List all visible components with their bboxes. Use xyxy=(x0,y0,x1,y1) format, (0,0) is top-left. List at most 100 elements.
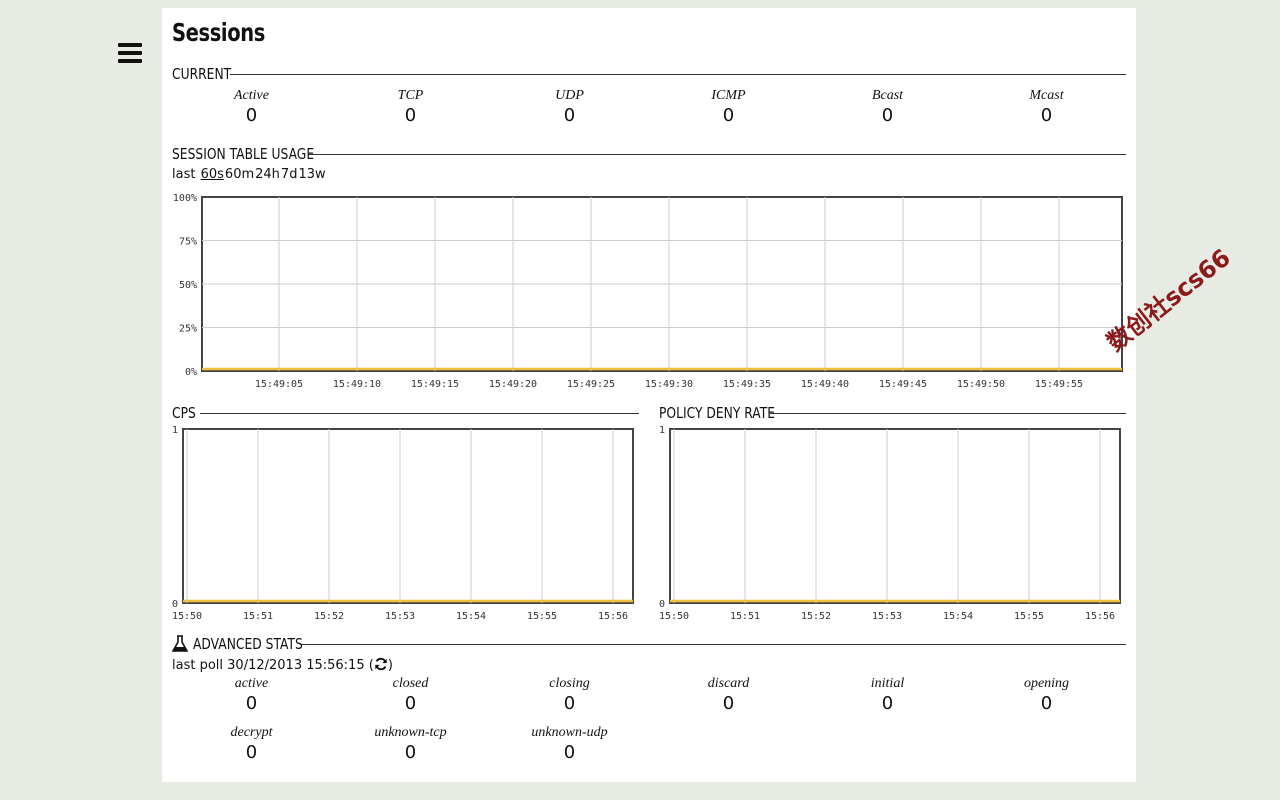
stat-active: active 0 xyxy=(172,675,331,715)
y-tick-label: 1 xyxy=(659,425,665,436)
range-option-24h[interactable]: 24h xyxy=(255,167,280,182)
stat-initial: initial 0 xyxy=(808,675,967,715)
x-tick-label: 15:49:50 xyxy=(957,379,1005,390)
x-tick-label: 15:52 xyxy=(314,611,344,622)
section-current: CURRENT xyxy=(172,64,1126,84)
stat-opening: opening 0 xyxy=(967,675,1126,715)
x-tick-label: 15:50 xyxy=(659,611,689,622)
section-advanced: ADVANCED STATS xyxy=(172,634,1126,654)
x-tick-label: 15:53 xyxy=(385,611,415,622)
session-table-chart: 0% 25% 50% 75% 100% 15:49:05 15:49:10 15:49:15 1… xyxy=(162,188,1136,403)
poll-prefix: last poll xyxy=(172,658,224,673)
plot-area xyxy=(182,428,634,604)
range-option-60s[interactable]: 60s xyxy=(201,167,224,182)
y-tick-label: 0 xyxy=(172,599,178,610)
divider xyxy=(308,153,1126,155)
stat-discard: discard 0 xyxy=(649,675,808,715)
x-tick-label: 15:49:35 xyxy=(723,379,771,390)
stat-value: 0 xyxy=(722,693,735,714)
stat-label: TCP xyxy=(397,88,424,103)
x-tick-label: 15:50 xyxy=(172,611,202,622)
x-tick-label: 15:49:30 xyxy=(645,379,693,390)
stat-value: 0 xyxy=(1040,105,1053,126)
range-option-13w[interactable]: 13w xyxy=(298,167,325,182)
stat-label: discard xyxy=(707,676,750,691)
x-tick-label: 15:51 xyxy=(243,611,273,622)
x-tick-label: 15:56 xyxy=(598,611,628,622)
range-selector: last 60s60m24h7d13w xyxy=(172,167,328,182)
flask-icon xyxy=(172,635,188,652)
stat-label: UDP xyxy=(555,88,584,103)
stat-value: 0 xyxy=(404,742,417,763)
x-tick-label: 15:54 xyxy=(943,611,973,622)
x-tick-label: 15:49:25 xyxy=(567,379,615,390)
stat-value: 0 xyxy=(404,105,417,126)
y-tick-label: 25% xyxy=(179,324,197,335)
refresh-icon[interactable] xyxy=(374,657,388,671)
stat-value: 0 xyxy=(563,693,576,714)
range-option-7d[interactable]: 7d xyxy=(281,167,298,182)
section-session-table: SESSION TABLE USAGE xyxy=(172,144,1126,164)
stat-label: closed xyxy=(392,676,429,691)
stat-value: 0 xyxy=(722,105,735,126)
stat-label: unknown-tcp xyxy=(374,725,447,740)
stat-value: 0 xyxy=(1040,693,1053,714)
stat-mcast: Mcast 0 xyxy=(967,87,1126,127)
stat-bcast: Bcast 0 xyxy=(808,87,967,127)
divider xyxy=(200,412,639,414)
x-tick-label: 15:49:05 xyxy=(255,379,303,390)
stat-active: Active 0 xyxy=(172,87,331,127)
divider xyxy=(301,643,1126,645)
stat-label: Active xyxy=(234,88,269,103)
x-tick-label: 15:49:45 xyxy=(879,379,927,390)
section-advanced-label: ADVANCED STATS xyxy=(193,635,303,653)
stat-icmp: ICMP 0 xyxy=(649,87,808,127)
divider xyxy=(770,412,1126,414)
last-poll: last poll 30/12/2013 15:56:15 ( ) xyxy=(172,657,393,673)
stat-label: ICMP xyxy=(711,88,746,103)
divider xyxy=(230,73,1126,75)
plot-area xyxy=(669,428,1121,604)
x-tick-label: 15:49:20 xyxy=(489,379,537,390)
x-tick-label: 15:55 xyxy=(1014,611,1044,622)
x-tick-label: 15:52 xyxy=(801,611,831,622)
x-tick-label: 15:55 xyxy=(527,611,557,622)
poll-time: 30/12/2013 15:56:15 xyxy=(227,658,365,673)
y-tick-label: 0% xyxy=(185,367,197,378)
page-title: Sessions xyxy=(172,18,265,47)
y-tick-label: 100% xyxy=(173,193,197,204)
x-tick-label: 15:49:10 xyxy=(333,379,381,390)
x-tick-label: 15:49:15 xyxy=(411,379,459,390)
stat-value: 0 xyxy=(245,105,258,126)
stat-label: initial xyxy=(870,676,905,691)
cps-chart: 0 1 15:50 15:51 15:52 15:53 15:54 15:55 15:56 xyxy=(162,420,649,630)
stat-unknown-udp: unknown-udp 0 xyxy=(490,724,649,764)
range-prefix: last xyxy=(172,167,196,182)
stat-value: 0 xyxy=(245,742,258,763)
stat-label: active xyxy=(234,676,269,691)
stat-label: unknown-udp xyxy=(531,725,608,740)
stat-value: 0 xyxy=(563,105,576,126)
stat-udp: UDP 0 xyxy=(490,87,649,127)
stat-closed: closed 0 xyxy=(331,675,490,715)
stat-value: 0 xyxy=(245,693,258,714)
stat-decrypt: decrypt 0 xyxy=(172,724,331,764)
stat-value: 0 xyxy=(881,105,894,126)
x-tick-label: 15:51 xyxy=(730,611,760,622)
range-option-60m[interactable]: 60m xyxy=(225,167,254,182)
y-tick-label: 1 xyxy=(172,425,178,436)
y-tick-label: 0 xyxy=(659,599,665,610)
x-tick-label: 15:54 xyxy=(456,611,486,622)
stat-label: Mcast xyxy=(1029,88,1064,103)
y-tick-label: 50% xyxy=(179,280,197,291)
hamburger-icon[interactable] xyxy=(118,43,142,65)
x-tick-label: 15:53 xyxy=(872,611,902,622)
sessions-panel: Sessions CURRENT SESSION TABLE USAGE las… xyxy=(162,8,1136,782)
stat-tcp: TCP 0 xyxy=(331,87,490,127)
y-tick-label: 75% xyxy=(179,237,197,248)
x-tick-label: 15:56 xyxy=(1085,611,1115,622)
stat-value: 0 xyxy=(404,693,417,714)
section-session-table-label: SESSION TABLE USAGE xyxy=(172,145,315,163)
stat-value: 0 xyxy=(881,693,894,714)
x-tick-label: 15:49:40 xyxy=(801,379,849,390)
